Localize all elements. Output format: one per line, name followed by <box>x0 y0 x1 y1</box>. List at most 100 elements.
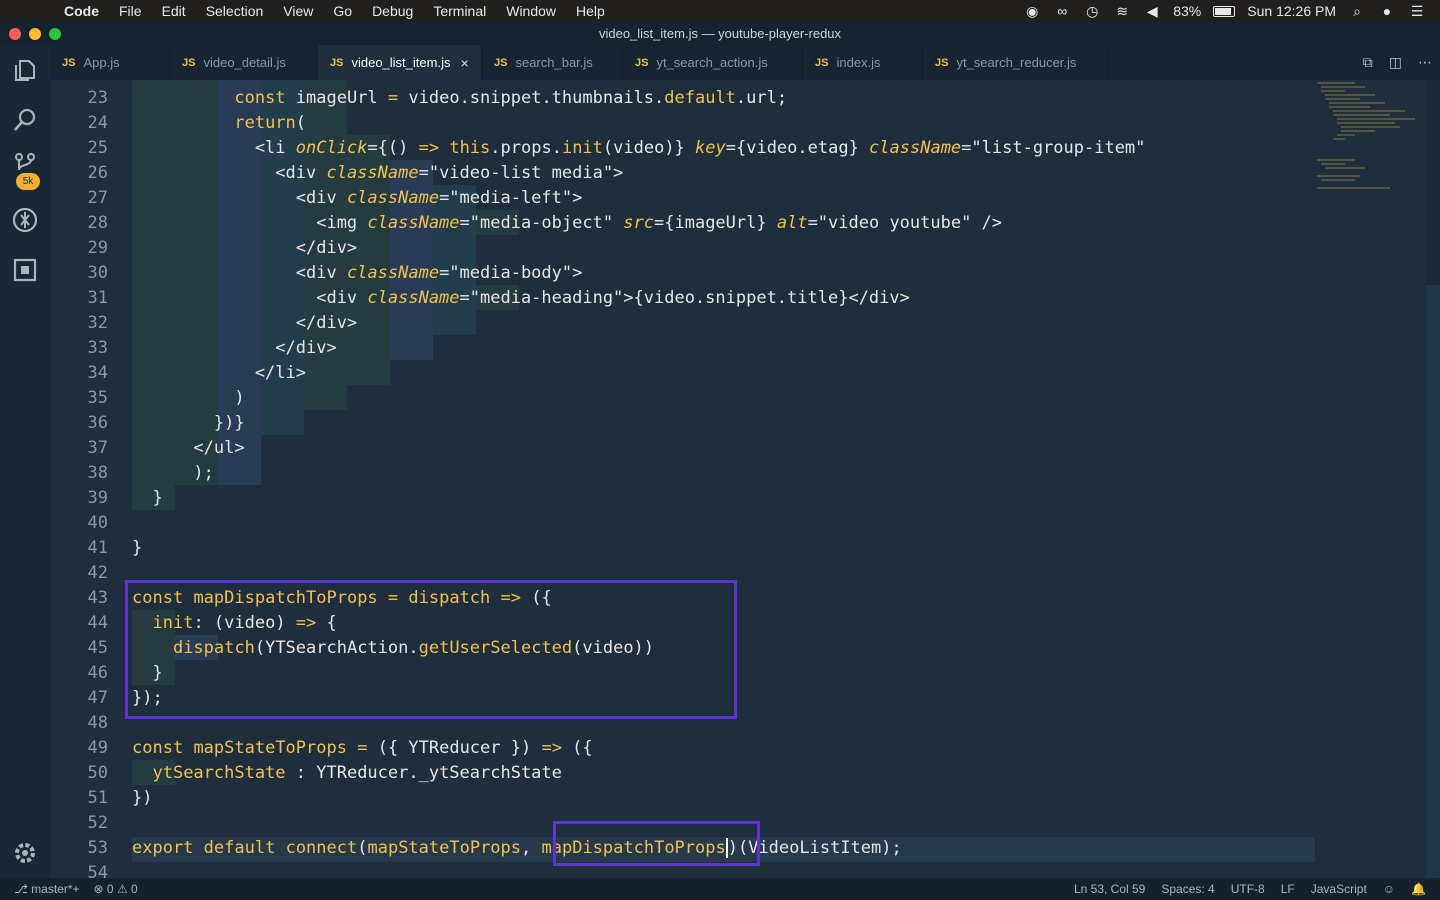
line-number: 33 <box>87 338 108 358</box>
menu-help[interactable]: Help <box>566 3 615 19</box>
js-file-icon: JS <box>815 56 829 69</box>
tab-yt-search-action-js[interactable]: JS yt_search_action.js <box>623 45 803 80</box>
line-number: 32 <box>87 313 108 333</box>
creative-cloud-icon[interactable]: ∞ <box>1053 3 1071 19</box>
extensions-icon[interactable] <box>0 250 50 290</box>
close-window-button[interactable] <box>9 28 21 40</box>
code-line: <div className="media-heading">{video.sn… <box>132 288 910 308</box>
menu-edit[interactable]: Edit <box>152 3 196 19</box>
notifications-bell-icon[interactable]: 🔔 <box>1411 882 1426 896</box>
line-number: 53 <box>87 838 108 858</box>
time-machine-icon[interactable]: ◷ <box>1083 3 1101 20</box>
menu-window[interactable]: Window <box>496 3 566 19</box>
menu-file[interactable]: File <box>109 3 152 19</box>
tab-video-list-item-js[interactable]: JS video_list_item.js × <box>318 45 482 80</box>
highlight-box-connect-arg <box>553 821 760 866</box>
editor-tab-bar: JS App.js JS video_detail.js JS video_li… <box>50 45 1440 80</box>
cursor-position[interactable]: Ln 53, Col 59 <box>1074 882 1145 896</box>
code-line: </div> <box>132 238 358 258</box>
warning-count: 0 <box>131 882 138 896</box>
line-number: 49 <box>87 738 108 758</box>
explorer-icon[interactable] <box>0 50 50 90</box>
line-number: 38 <box>87 463 108 483</box>
minimap[interactable] <box>1315 80 1425 200</box>
line-number: 50 <box>87 763 108 783</box>
tab-app-js[interactable]: JS App.js <box>50 45 170 80</box>
source-control-badge: 5k <box>16 173 40 190</box>
code-line: const mapStateToProps = ({ YTReducer }) … <box>132 738 593 758</box>
editor-actions: ⧉ ◫ ⋯ <box>1363 45 1432 80</box>
vertical-scrollbar[interactable] <box>1426 80 1440 878</box>
line-number: 35 <box>87 388 108 408</box>
line-number: 54 <box>87 863 108 878</box>
siri-icon[interactable]: ● <box>1378 3 1396 19</box>
menu-selection[interactable]: Selection <box>196 3 274 19</box>
checkmark-shield-icon[interactable]: ◉ <box>1023 3 1041 20</box>
minimize-window-button[interactable] <box>29 28 41 40</box>
line-number: 36 <box>87 413 108 433</box>
tab-label: index.js <box>836 55 881 70</box>
line-number: 46 <box>87 663 108 683</box>
line-number: 25 <box>87 138 108 158</box>
menu-bar-clock[interactable]: Sun 12:26 PM <box>1247 3 1336 19</box>
tab-index-js[interactable]: JS index.js <box>803 45 923 80</box>
code-line: ytSearchState : YTReducer._ytSearchState <box>152 763 562 783</box>
activity-bar: 5k <box>0 45 50 878</box>
battery-icon[interactable] <box>1213 5 1236 17</box>
error-count: 0 <box>106 882 114 896</box>
eol-status[interactable]: LF <box>1281 882 1295 896</box>
tab-yt-search-reducer-js[interactable]: JS yt_search_reducer.js <box>923 45 1109 80</box>
code-line: }) <box>132 788 153 808</box>
tab-search-bar-js[interactable]: JS search_bar.js <box>482 45 623 80</box>
zoom-window-button[interactable] <box>49 28 61 40</box>
code-line: } <box>132 538 143 558</box>
tab-label: App.js <box>83 55 120 70</box>
highlight-box-map-dispatch <box>125 580 737 719</box>
encoding-status[interactable]: UTF-8 <box>1231 882 1265 896</box>
line-number: 31 <box>87 288 108 308</box>
close-tab-icon[interactable]: × <box>460 55 468 71</box>
code-line: </div> <box>132 313 358 333</box>
language-mode[interactable]: JavaScript <box>1311 882 1367 896</box>
js-file-icon: JS <box>62 56 76 69</box>
menu-view[interactable]: View <box>273 3 323 19</box>
code-line: } <box>132 488 163 508</box>
code-line: <img className="media-object" src={image… <box>132 213 1003 233</box>
battery-percent[interactable]: 83% <box>1173 3 1201 19</box>
tab-label: video_list_item.js <box>351 55 451 70</box>
line-number: 45 <box>87 638 108 658</box>
menu-app-name[interactable]: Code <box>54 3 109 19</box>
spotlight-search-icon[interactable]: ⌕ <box>1348 3 1366 20</box>
line-number: 51 <box>87 788 108 808</box>
menu-debug[interactable]: Debug <box>362 3 423 19</box>
code-editor[interactable]: 23 24 25 26 27 28 29 30 31 32 33 34 35 36 37 38 39 40 41 42… <box>50 80 1440 878</box>
indentation-status[interactable]: Spaces: 4 <box>1161 882 1214 896</box>
line-number: 29 <box>87 238 108 258</box>
settings-gear-icon[interactable] <box>0 833 50 873</box>
wifi-icon[interactable]: ≋ <box>1113 3 1131 20</box>
status-bar: ⎇ master*+ ⊗ 0 ⚠ 0 Ln 53, Col 59 Spaces:… <box>0 878 1440 900</box>
menu-go[interactable]: Go <box>323 3 362 19</box>
open-changes-icon[interactable]: ⧉ <box>1363 54 1373 71</box>
scrollbar-thumb[interactable] <box>1426 285 1440 878</box>
tab-label: yt_search_action.js <box>656 55 768 70</box>
line-number: 47 <box>87 688 108 708</box>
error-icon: ⊗ <box>93 882 107 896</box>
more-actions-icon[interactable]: ⋯ <box>1418 54 1432 71</box>
search-icon[interactable] <box>0 100 50 140</box>
split-editor-icon[interactable]: ◫ <box>1389 54 1402 71</box>
volume-icon[interactable]: ◀ <box>1143 3 1161 20</box>
tab-video-detail-js[interactable]: JS video_detail.js <box>170 45 318 80</box>
git-branch-status[interactable]: ⎇ master*+ <box>14 882 80 896</box>
menu-terminal[interactable]: Terminal <box>423 3 496 19</box>
line-number: 27 <box>87 188 108 208</box>
problems-status[interactable]: ⊗ 0 ⚠ 0 <box>94 882 138 896</box>
window-title-bar: video_list_item.js — youtube-player-redu… <box>0 22 1440 45</box>
js-file-icon: JS <box>330 56 344 69</box>
feedback-smiley-icon[interactable]: ☺ <box>1383 882 1395 896</box>
notification-center-icon[interactable]: ☰ <box>1408 3 1426 20</box>
line-number: 43 <box>87 588 108 608</box>
code-line: <div className="media-body"> <box>132 263 583 283</box>
debug-icon[interactable] <box>0 200 50 240</box>
code-line: </div> <box>132 338 337 358</box>
